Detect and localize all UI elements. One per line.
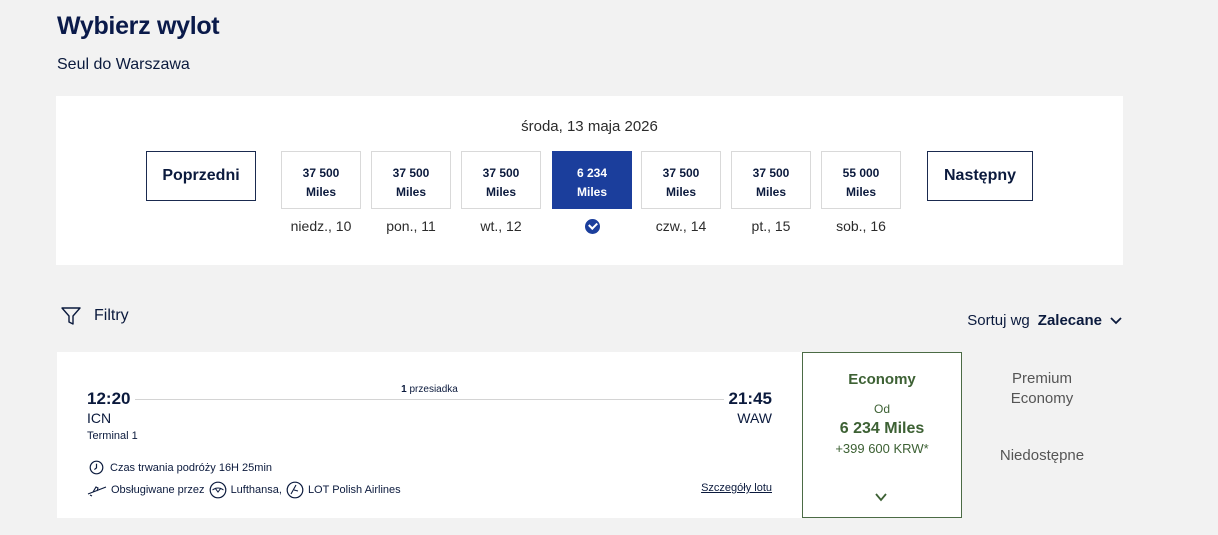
premium-name-line1: Premium: [1011, 370, 1072, 387]
sort-dropdown[interactable]: Sortuj wg Zalecane: [967, 312, 1122, 329]
departure-terminal: Terminal 1: [87, 430, 138, 442]
filter-funnel-icon: [61, 307, 81, 325]
airline-lufthansa: Lufthansa,: [230, 484, 282, 496]
premium-cabin-name: Premium Economy: [962, 369, 1122, 409]
duration-info: Czas trwania podróży 16H 25min: [89, 460, 272, 475]
operated-by-label: Obsługiwane przez: [111, 484, 205, 496]
chevron-down-icon[interactable]: [875, 491, 887, 503]
arrival-airport: WAW: [737, 410, 772, 426]
day-unit: Miles: [665, 185, 696, 199]
premium-name-line2: Economy: [1010, 390, 1074, 407]
stops-info: 1 przesiadka: [57, 384, 802, 395]
filters-button[interactable]: Filtry: [60, 305, 129, 327]
day-price: 6 234: [576, 166, 608, 180]
flight-details-link[interactable]: Szczegóły lotu: [701, 482, 772, 494]
day-unit: Miles: [305, 185, 336, 199]
flight-card: 12:20 ICN Terminal 1 1 przesiadka 21:45 …: [57, 352, 802, 518]
day-option-12[interactable]: 37 500 Miles wt., 12: [461, 151, 541, 236]
stops-count: 1: [401, 384, 407, 395]
day-price: 55 000: [842, 166, 880, 180]
from-label: Od: [873, 402, 890, 416]
day-label: sob., 16: [836, 218, 886, 234]
clock-icon: [89, 460, 104, 475]
day-option-11[interactable]: 37 500 Miles pon., 11: [371, 151, 451, 236]
day-price: 37 500: [302, 166, 340, 180]
duration-text: Czas trwania podróży 16H 25min: [110, 461, 273, 474]
day-option-15[interactable]: 37 500 Miles pt., 15: [731, 151, 811, 236]
page-title: Wybierz wylot: [57, 12, 220, 40]
day-unit: Miles: [485, 185, 516, 199]
economy-krw-price: +399 600 KRW*: [835, 441, 929, 456]
date-selector-panel: środa, 13 maja 2026 Poprzedni 37 500 Mile…: [56, 96, 1123, 265]
day-option-16[interactable]: 55 000 Miles sob., 16: [821, 151, 901, 236]
filters-label: Filtry: [94, 307, 129, 324]
day-option-10[interactable]: 37 500 Miles niedz., 10: [281, 151, 361, 236]
day-unit: Miles: [845, 185, 876, 199]
check-circle-icon: [584, 219, 600, 234]
arrival-time: 21:45: [728, 389, 772, 408]
day-label: wt., 12: [480, 218, 522, 234]
day-price: 37 500: [752, 166, 790, 180]
economy-fare-card[interactable]: Economy Od 6 234 Miles +399 600 KRW*: [802, 352, 962, 518]
day-option-14[interactable]: 37 500 Miles czw., 14: [641, 151, 721, 236]
unavailable-label: Niedostępne: [999, 447, 1085, 464]
day-label: czw., 14: [655, 218, 707, 234]
premium-economy-fare-card: Premium Economy Niedostępne: [962, 352, 1122, 518]
day-label: pon., 11: [386, 218, 436, 234]
route-subtitle: Seul do Warszawa: [57, 56, 190, 73]
day-option-13-selected[interactable]: 6 234 Miles: [552, 151, 632, 236]
plane-icon: [87, 486, 107, 497]
chevron-down-icon: [1110, 316, 1122, 324]
lot-logo-icon: [286, 481, 304, 499]
day-label: niedz., 10: [290, 218, 352, 234]
day-unit: Miles: [395, 185, 426, 199]
economy-cabin-name: Economy: [848, 371, 916, 388]
lufthansa-logo-icon: [209, 481, 226, 499]
day-price: 37 500: [392, 166, 430, 180]
day-unit: Miles: [576, 185, 607, 199]
sort-label: Sortuj wg: [967, 312, 1030, 329]
sort-value: Zalecane: [1037, 312, 1102, 329]
previous-button[interactable]: Poprzedni: [146, 151, 256, 201]
departure-airport: ICN: [87, 410, 112, 426]
day-price: 37 500: [482, 166, 520, 180]
day-price: 37 500: [662, 166, 700, 180]
route-line: [135, 399, 724, 400]
day-label: pt., 15: [751, 218, 791, 234]
selected-date-label: środa, 13 maja 2026: [521, 118, 658, 135]
stops-label: przesiadka: [409, 384, 458, 395]
operated-by-info: Obsługiwane przez Lufthansa, LOT Polish …: [87, 481, 401, 499]
economy-miles-price: 6 234 Miles: [839, 420, 925, 437]
next-button[interactable]: Następny: [927, 151, 1033, 201]
airline-lot: LOT Polish Airlines: [307, 484, 401, 496]
day-unit: Miles: [755, 185, 786, 199]
